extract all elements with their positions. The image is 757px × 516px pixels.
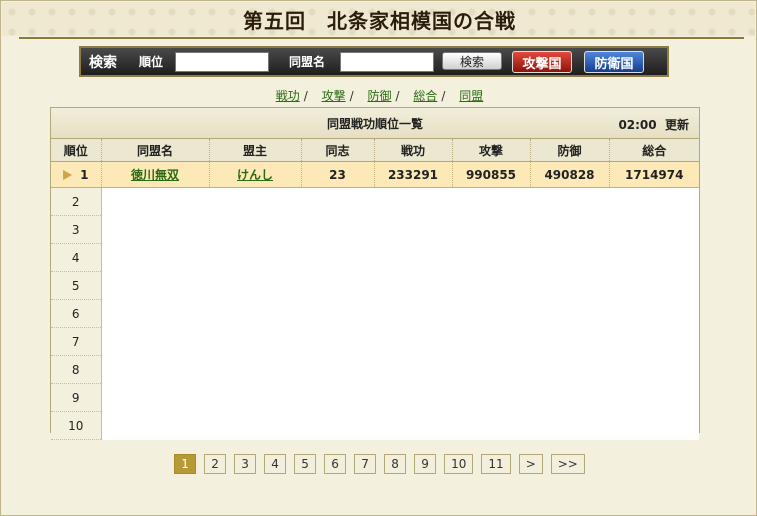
page-button-9[interactable]: 9 <box>414 454 437 474</box>
rank-cell: 6 <box>51 299 102 328</box>
page-title: 第五回 北条家相模国の合戦 <box>243 9 516 33</box>
members-cell: 23 <box>301 161 375 188</box>
alliance-name-input[interactable] <box>340 52 434 72</box>
table-row: 2 <box>51 187 700 216</box>
category-merit-link[interactable]: 戦功 <box>276 89 300 103</box>
last-page-button[interactable]: >> <box>550 454 585 474</box>
page-button-6[interactable]: 6 <box>324 454 347 474</box>
category-defense-link[interactable]: 防御 <box>367 89 391 103</box>
update-time: 02:00 <box>618 118 657 132</box>
leader-cell: けんし <box>209 161 302 188</box>
page-button-3[interactable]: 3 <box>234 454 257 474</box>
merit-cell: 233291 <box>374 161 453 188</box>
table-caption: 同盟戦功順位一覧 <box>327 116 424 131</box>
header-rank: 順位 <box>51 138 102 162</box>
header-members: 同志 <box>301 138 375 162</box>
table-row: 9 <box>51 383 700 412</box>
update-label: 更新 <box>665 118 690 132</box>
rank-cell: 7 <box>51 327 102 356</box>
page-button-7[interactable]: 7 <box>354 454 377 474</box>
category-total-link[interactable]: 総合 <box>413 89 437 103</box>
total-cell: 1714974 <box>609 161 700 188</box>
table-row: 4 <box>51 243 700 272</box>
ranking-table: 同盟戦功順位一覧 02:00 更新 順位 同盟名 盟主 同志 戦功 攻撃 防御 … <box>51 108 700 440</box>
page-button-1[interactable]: 1 <box>174 454 197 474</box>
table-header-row: 順位 同盟名 盟主 同志 戦功 攻撃 防御 総合 <box>51 138 700 162</box>
alliance-cell: 徳川無双 <box>101 161 210 188</box>
ranking-table-container: 同盟戦功順位一覧 02:00 更新 順位 同盟名 盟主 同志 戦功 攻撃 防御 … <box>50 107 700 440</box>
page-button-2[interactable]: 2 <box>204 454 227 474</box>
rank-cell: 9 <box>51 383 102 412</box>
category-attack-link[interactable]: 攻撃 <box>322 89 346 103</box>
page-frame: 第五回 北条家相模国の合戦 検索 順位 同盟名 検索 攻撃国 防衛国 戦功 / 攻… <box>0 0 757 516</box>
category-separator: / <box>303 89 308 103</box>
rank-label: 順位 <box>139 55 164 69</box>
header-attack: 攻撃 <box>452 138 531 162</box>
category-separator: / <box>441 89 446 103</box>
next-page-button[interactable]: > <box>518 454 543 474</box>
header-leader: 盟主 <box>209 138 302 162</box>
table-row: 6 <box>51 299 700 328</box>
update-info: 02:00 更新 <box>618 116 689 133</box>
arrow-right-icon <box>63 170 73 180</box>
header-alliance: 同盟名 <box>101 138 210 162</box>
table-row: 1 徳川無双 けんし 23 233291 990855 490828 17149… <box>51 161 700 188</box>
category-separator: / <box>349 89 354 103</box>
title-divider <box>19 37 744 39</box>
category-separator: / <box>395 89 400 103</box>
header-merit: 戦功 <box>374 138 453 162</box>
defense-cell: 490828 <box>530 161 610 188</box>
pagination: 1 2 3 4 5 6 7 8 9 10 11 > >> <box>1 454 757 474</box>
alliance-name-label: 同盟名 <box>289 55 326 69</box>
table-caption-row: 同盟戦功順位一覧 02:00 更新 <box>51 108 700 139</box>
leader-link[interactable]: けんし <box>237 168 273 182</box>
page-button-10[interactable]: 10 <box>444 454 474 474</box>
header-defense: 防御 <box>530 138 610 162</box>
rank-cell: 8 <box>51 355 102 384</box>
table-row: 10 <box>51 411 700 440</box>
category-nav: 戦功 / 攻撃 / 防御 / 総合 / 同盟 <box>1 87 757 104</box>
category-alliance-link[interactable]: 同盟 <box>459 89 483 103</box>
table-row: 3 <box>51 215 700 244</box>
rank-cell: 10 <box>51 411 102 440</box>
page-button-5[interactable]: 5 <box>294 454 317 474</box>
rank-value: 1 <box>80 167 89 182</box>
rank-cell: 4 <box>51 243 102 272</box>
rank-cell: 5 <box>51 271 102 300</box>
search-bar: 検索 順位 同盟名 検索 攻撃国 防衛国 <box>79 46 669 77</box>
table-row: 5 <box>51 271 700 300</box>
table-row: 8 <box>51 355 700 384</box>
attack-country-button[interactable]: 攻撃国 <box>512 51 572 73</box>
page-button-8[interactable]: 8 <box>384 454 407 474</box>
search-label: 検索 <box>89 55 117 71</box>
defense-country-button[interactable]: 防衛国 <box>584 51 644 73</box>
attack-cell: 990855 <box>452 161 531 188</box>
table-row: 7 <box>51 327 700 356</box>
page-button-4[interactable]: 4 <box>264 454 287 474</box>
rank-cell: 2 <box>51 187 102 216</box>
rank-input[interactable] <box>175 52 269 72</box>
header-total: 総合 <box>609 138 700 162</box>
page-button-11[interactable]: 11 <box>481 454 511 474</box>
alliance-link[interactable]: 徳川無双 <box>131 168 179 182</box>
rank-cell: 1 <box>51 161 102 188</box>
rank-cell: 3 <box>51 215 102 244</box>
search-button[interactable]: 検索 <box>442 52 502 70</box>
